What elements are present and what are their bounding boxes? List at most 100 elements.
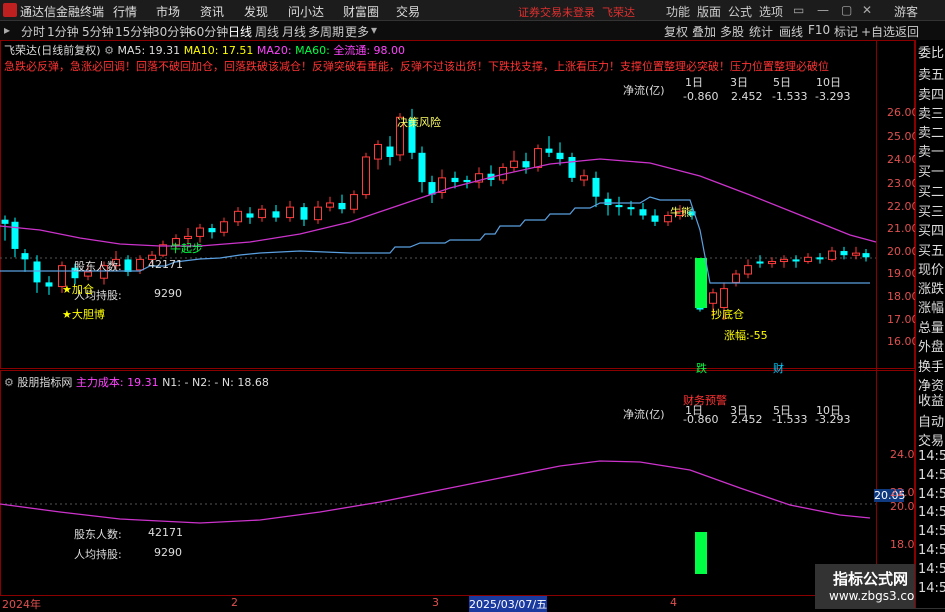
peak-risk-annotation: 决策风险 <box>397 116 441 129</box>
watermark-title: 指标公式网 <box>833 570 909 588</box>
candle-body-down <box>792 259 800 262</box>
date-cursor-label: 2025/03/07/五 <box>469 596 548 612</box>
sub-settings-icon[interactable]: ⚙ <box>4 376 14 389</box>
y-tick-16: 16.00 <box>887 335 919 348</box>
candle-body-down <box>246 213 254 218</box>
side-item-6[interactable]: 买一 <box>918 161 944 180</box>
y-tick-21: 21.00 <box>887 222 919 235</box>
ma-purple-line <box>0 158 877 247</box>
candle-body-down <box>418 152 426 183</box>
side-item-8[interactable]: 买三 <box>918 201 944 220</box>
candle-body-down <box>11 221 19 249</box>
candle-body-down <box>451 177 459 183</box>
sub-flow-value-3d: 2.452 <box>731 413 763 426</box>
side-item-13[interactable]: 涨幅 <box>918 297 944 316</box>
shareholders-label: 股东人数: <box>74 260 122 273</box>
y-tick-17: 17.00 <box>887 313 919 326</box>
candle-body-up <box>744 265 752 275</box>
side-item-11[interactable]: 现价 <box>918 259 944 278</box>
side-item-25[interactable]: 14:5 <box>918 524 945 539</box>
bold-bet-annotation: ★大胆博 <box>62 308 105 321</box>
candle-body-up <box>362 156 370 196</box>
candle-body-up <box>314 206 322 221</box>
side-item-5[interactable]: 卖一 <box>918 141 944 160</box>
side-item-10[interactable]: 买五 <box>918 240 944 259</box>
side-item-7[interactable]: 买二 <box>918 181 944 200</box>
sub-green-bar <box>695 532 707 574</box>
add-position-annotation: ★加仓 <box>62 283 94 296</box>
n2-label: N2: - <box>191 376 219 389</box>
candle-body-up <box>184 235 192 239</box>
candle-body-up <box>732 273 740 283</box>
start-annotation: 牛起步 <box>170 242 203 255</box>
settings-icon[interactable]: ⚙ <box>104 44 114 57</box>
side-item-0[interactable]: 委比 <box>918 42 944 61</box>
candle-body-down <box>338 202 346 210</box>
sub-chart-title: 股朋指标网 <box>17 376 73 389</box>
candle-body-down <box>208 228 216 233</box>
candle-body-down <box>862 253 870 258</box>
strategy-banner: 急跌必反弹，急涨必回调！回落不破回加仓，回落跌破该减仓！反弹突破看重能，反弹不过… <box>4 60 829 73</box>
side-item-4[interactable]: 卖二 <box>918 122 944 141</box>
side-item-19[interactable]: 自动 <box>918 411 944 430</box>
y-tick-19: 19.00 <box>887 267 919 280</box>
bottom-fishing-annotation: 抄底仓 <box>711 308 744 321</box>
y-tick-18: 18.00 <box>887 290 919 303</box>
side-item-18[interactable]: 收益 <box>918 390 944 409</box>
side-item-2[interactable]: 卖四 <box>918 84 944 103</box>
candle-body-down <box>627 207 635 210</box>
y-tick-22: 22.00 <box>887 200 919 213</box>
change-pct-annotation: 涨幅:-55 <box>724 329 768 342</box>
y-tick-23: 23.00 <box>887 177 919 190</box>
side-item-14[interactable]: 总量 <box>918 317 944 336</box>
flow-value-5d: -1.533 <box>772 90 808 103</box>
side-item-21[interactable]: 14:5 <box>918 449 945 464</box>
sub-shareholders-label: 股东人数: <box>74 528 122 541</box>
candle-body-down <box>615 205 623 208</box>
candle-body-up <box>768 260 776 265</box>
side-item-1[interactable]: 卖五 <box>918 64 944 83</box>
side-item-20[interactable]: 交易 <box>918 430 944 449</box>
sub-per-capita-label: 人均持股: <box>74 548 122 561</box>
candle-body-down <box>592 177 600 197</box>
net-flow-label: 净流(亿) <box>623 84 665 97</box>
sub-net-flow-label: 净流(亿) <box>623 408 665 421</box>
side-item-23[interactable]: 14:5 <box>918 487 945 502</box>
candle-body-up <box>196 227 204 237</box>
side-item-27[interactable]: 14:5 <box>918 562 945 577</box>
candle-body-up <box>720 288 728 308</box>
candle-body-down <box>386 146 394 157</box>
candle-body-up <box>286 206 294 219</box>
side-item-3[interactable]: 卖三 <box>918 103 944 122</box>
y-tick-20: 20.00 <box>887 245 919 258</box>
finance-marker: 财 <box>773 362 784 375</box>
candle-body-down <box>639 209 647 216</box>
side-item-12[interactable]: 涨跌 <box>918 278 944 297</box>
side-item-15[interactable]: 外盘 <box>918 336 944 355</box>
flow-period-5d: 5日 <box>773 76 791 89</box>
candle-body-down <box>1 219 9 224</box>
candle-body-down <box>756 261 764 264</box>
side-item-9[interactable]: 买四 <box>918 220 944 239</box>
n-label: N: 18.68 <box>221 376 269 389</box>
sub-per-capita-value: 9290 <box>154 546 182 559</box>
candle-body-down <box>651 215 659 222</box>
float-label: 全流通: 98.00 <box>333 44 406 57</box>
flow-period-1d: 1日 <box>685 76 703 89</box>
flow-value-10d: -3.293 <box>815 90 851 103</box>
side-item-26[interactable]: 14:5 <box>918 543 945 558</box>
candle-body-up <box>350 194 358 210</box>
side-item-24[interactable]: 14:5 <box>918 505 945 520</box>
side-item-16[interactable]: 换手 <box>918 356 944 375</box>
n1-label: N1: - <box>162 376 189 389</box>
flow-period-3d: 3日 <box>730 76 748 89</box>
candle-body-down <box>840 251 848 256</box>
candle-body-up <box>709 292 717 304</box>
date-label-feb: 2 <box>231 596 238 609</box>
flow-value-1d: -0.860 <box>683 90 719 103</box>
side-item-22[interactable]: 14:5 <box>918 468 945 483</box>
candle-body-up <box>780 258 788 262</box>
candle-body-up <box>828 250 836 260</box>
side-item-28[interactable]: 14:5 <box>918 581 945 596</box>
drop-volume-bar <box>695 258 707 308</box>
